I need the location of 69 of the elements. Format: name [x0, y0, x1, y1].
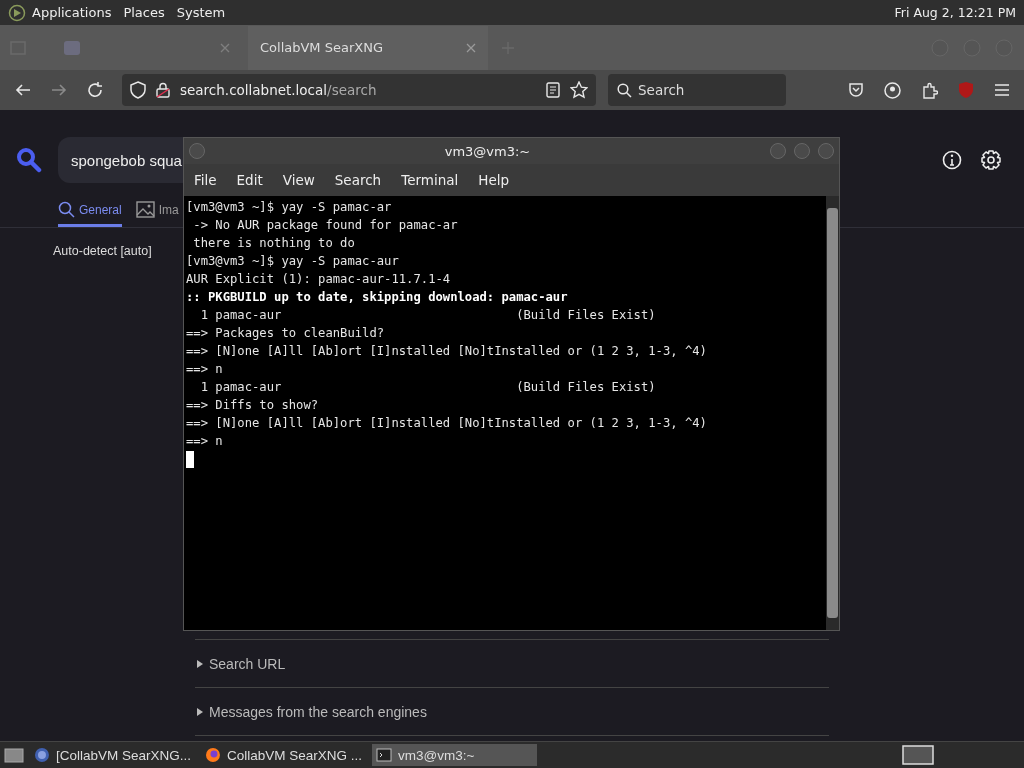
pocket-icon[interactable]	[848, 82, 864, 98]
terminal-line: ==> [N]one [A]ll [Ab]ort [I]nstalled [No]tInstalled or (1 2 3, 1-3, ^4)	[186, 343, 708, 360]
terminal-line: ==> n	[186, 361, 224, 378]
details-toggle[interactable]: Messages from the search engines	[195, 688, 829, 736]
window-title: vm3@vm3:~	[443, 143, 532, 159]
panel-menu[interactable]: Places	[123, 5, 165, 20]
reload-icon[interactable]	[86, 81, 104, 99]
taskbar-item[interactable]: vm3@vm3:~	[372, 744, 537, 766]
panel-menu[interactable]: Applications	[32, 5, 112, 20]
tab-favicon-icon	[64, 40, 80, 55]
close-tab-icon[interactable]	[220, 42, 230, 53]
search-logo-icon[interactable]	[16, 147, 42, 173]
lock-icon	[156, 82, 170, 98]
close-tab-icon[interactable]	[466, 42, 476, 53]
account-icon[interactable]	[884, 81, 901, 99]
menu-icon[interactable]	[994, 83, 1010, 97]
terminal-line: [vm3@vm3 ~]$ yay -S pamac-ar	[186, 199, 393, 216]
text-cursor	[186, 451, 194, 468]
search-query-field[interactable]: spongebob squa	[58, 137, 183, 183]
browser-tab[interactable]: CollabVM SearXNG	[248, 25, 488, 70]
address-bar[interactable]: search.collabnet.local/search	[122, 74, 596, 106]
taskbar-item[interactable]: CollabVM SearXNG ...	[201, 744, 366, 766]
shield-icon	[130, 81, 146, 99]
menu-item[interactable]: View	[282, 172, 315, 188]
language-selector[interactable]: Auto-detect [auto]	[53, 244, 152, 258]
terminal-icon	[376, 748, 392, 762]
settings-icon[interactable]	[980, 149, 1002, 171]
distro-logo-icon	[8, 3, 26, 22]
terminal-line: 1 pamac-aur (Build Files Exist)	[199, 307, 657, 324]
terminal-line: ==> Diffs to show?	[186, 397, 320, 414]
triangle-icon	[197, 659, 203, 668]
image-icon	[135, 201, 155, 218]
bookmark-star-icon[interactable]	[570, 81, 588, 99]
terminal-line: [vm3@vm3 ~]$ yay -S pamac-aur	[186, 253, 400, 270]
terminal-line: ==> n	[186, 433, 224, 450]
menu-item[interactable]: File	[194, 172, 217, 188]
details-toggle[interactable]: Search URL	[195, 640, 829, 688]
window-control-icon[interactable]	[817, 142, 835, 160]
terminal-line: AUR Explicit (1): pamac-aur-11.7.1-4	[186, 271, 452, 288]
window-menu-icon[interactable]	[188, 142, 206, 160]
scrollbar-thumb[interactable]	[827, 208, 838, 618]
menu-item[interactable]: Search	[334, 172, 382, 188]
terminal-line: ==> Packages to cleanBuild?	[186, 325, 386, 342]
terminal-line: ==> [N]one [A]ll [Ab]ort [I]nstalled [No]tInstalled or (1 2 3, 1-3, ^4)	[186, 415, 708, 432]
menu-item[interactable]: Terminal	[401, 172, 459, 188]
url-text: search.collabnet.local/search	[180, 82, 378, 98]
scrollbar[interactable]	[826, 196, 839, 630]
reader-view-icon[interactable]	[546, 82, 560, 98]
info-icon[interactable]	[942, 150, 962, 170]
puzzle-icon[interactable]	[921, 81, 938, 99]
triangle-icon	[197, 707, 203, 716]
panel-menu[interactable]: System	[176, 5, 226, 20]
terminal-line: there is nothing to do	[192, 235, 356, 252]
terminal-line: :: PKGBUILD up to date, skipping download: pamac-aur	[186, 289, 569, 306]
menu-item[interactable]: Help	[478, 172, 510, 188]
taskbar-item[interactable]: [CollabVM SearXNG...	[30, 744, 195, 766]
terminal-line: -> No AUR package found for pamac-ar	[192, 217, 459, 234]
category-tab[interactable]: Ima	[135, 201, 179, 227]
category-tab[interactable]: General	[58, 201, 122, 227]
menu-item[interactable]: Edit	[236, 172, 263, 188]
terminal-line: 1 pamac-aur (Build Files Exist)	[199, 379, 657, 396]
window-control-icon[interactable]	[793, 142, 811, 160]
clock: Fri Aug 2, 12:21 PM	[894, 5, 1016, 20]
shield-extension-icon[interactable]	[958, 81, 974, 99]
workspace-switcher-icon[interactable]	[902, 745, 934, 765]
show-desktop-icon[interactable]	[4, 746, 24, 764]
window-control-icon[interactable]	[769, 142, 787, 160]
search-icon	[58, 201, 75, 218]
web-search-field[interactable]: Search	[608, 74, 786, 106]
